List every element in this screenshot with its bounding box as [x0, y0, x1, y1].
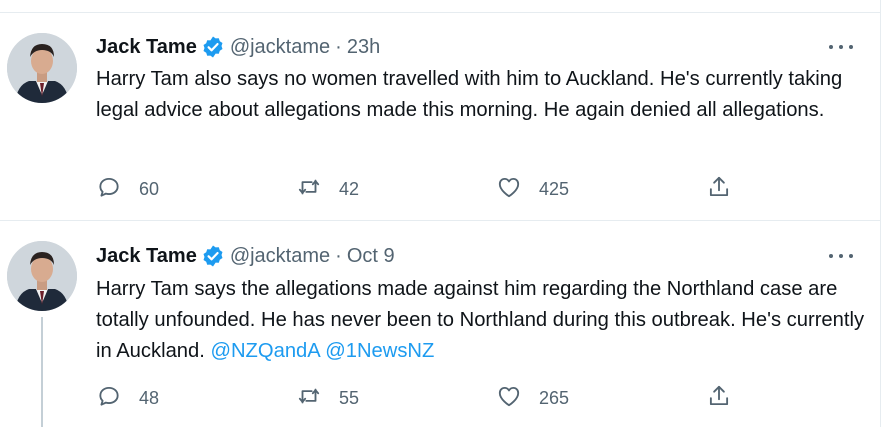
retweet-count: 42: [339, 178, 360, 199]
like-count: 265: [539, 387, 570, 408]
reply-icon: [96, 174, 122, 205]
tweet-time[interactable]: 23h: [347, 36, 380, 59]
share-icon: [706, 383, 732, 414]
reply-button[interactable]: 48: [96, 383, 159, 413]
header-separator: ·: [335, 244, 342, 267]
mention-link[interactable]: @NZQandA: [210, 340, 319, 362]
tweet-text: Harry Tam says the allegations made agai…: [96, 274, 866, 367]
author-handle[interactable]: @jacktame: [230, 245, 330, 268]
retweet-count: 55: [339, 387, 360, 408]
like-button[interactable]: 425: [496, 174, 569, 204]
more-icon[interactable]: [826, 37, 856, 57]
retweet-button[interactable]: 55: [296, 383, 359, 413]
avatar[interactable]: [7, 33, 77, 103]
share-button[interactable]: [706, 174, 732, 204]
tweet-header: Jack Tame @jacktame · 23h: [96, 34, 380, 60]
tweet-card[interactable]: Jack Tame @jacktame · 23h Harry Tam also…: [0, 0, 880, 220]
like-count: 425: [539, 178, 570, 199]
reply-count: 60: [139, 178, 160, 199]
like-icon: [496, 383, 522, 414]
retweet-button[interactable]: 42: [296, 174, 359, 204]
reply-icon: [96, 383, 122, 414]
tweet-header: Jack Tame @jacktame · Oct 9: [96, 243, 395, 269]
avatar[interactable]: [7, 241, 77, 311]
like-button[interactable]: 265: [496, 383, 569, 413]
mention-link[interactable]: @1NewsNZ: [325, 340, 434, 362]
retweet-icon: [296, 383, 322, 414]
header-separator: ·: [335, 35, 342, 58]
timeline-border: [880, 0, 881, 427]
share-button[interactable]: [706, 383, 732, 413]
tweet-time[interactable]: Oct 9: [347, 245, 395, 268]
thread-line: [41, 317, 43, 427]
author-name[interactable]: Jack Tame: [96, 245, 197, 268]
verified-badge-icon: [201, 35, 225, 59]
tweet-text-body: Harry Tam also says no women travelled w…: [96, 68, 843, 121]
retweet-icon: [296, 174, 322, 205]
tweet-card[interactable]: Jack Tame @jacktame · Oct 9 Harry Tam sa…: [0, 221, 880, 427]
author-handle[interactable]: @jacktame: [230, 36, 330, 59]
reply-button[interactable]: 60: [96, 174, 159, 204]
like-icon: [496, 174, 522, 205]
share-icon: [706, 174, 732, 205]
more-icon[interactable]: [826, 246, 856, 266]
tweet-text: Harry Tam also says no women travelled w…: [96, 64, 866, 126]
author-name[interactable]: Jack Tame: [96, 36, 197, 59]
verified-badge-icon: [201, 244, 225, 268]
reply-count: 48: [139, 387, 160, 408]
